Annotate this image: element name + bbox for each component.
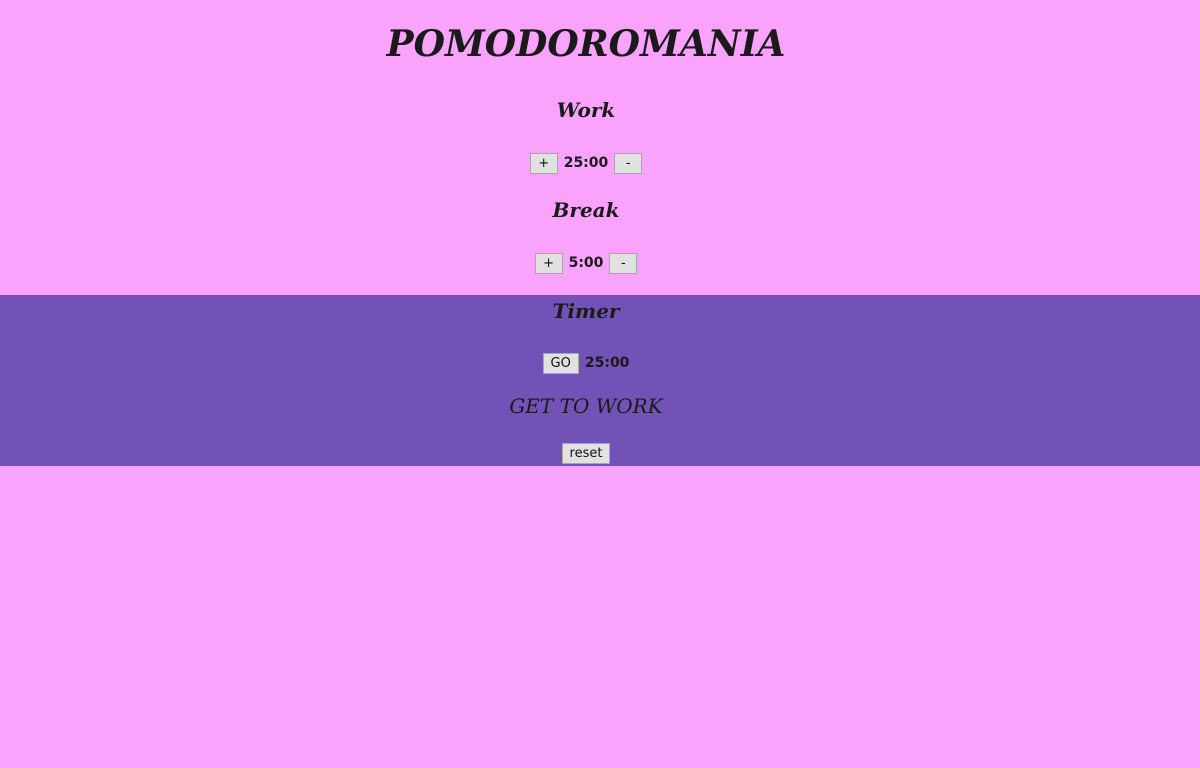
work-increment-button[interactable]: + [529,152,558,174]
break-decrement-button[interactable]: - [609,252,638,274]
break-duration-value: 5:00 [568,255,604,271]
work-controls: + 25:00 - [0,152,1172,174]
timer-heading: Timer [552,299,620,323]
reset-button[interactable]: reset [561,442,611,464]
work-heading: Work [556,98,616,122]
timer-status-text: GET TO WORK [509,394,663,418]
break-controls: + 5:00 - [0,252,1172,274]
break-increment-button[interactable]: + [534,252,563,274]
timer-countdown-value: 25:00 [584,355,630,371]
work-decrement-button[interactable]: - [614,152,643,174]
timer-controls: GO 25:00 [0,352,1172,374]
break-heading: Break [552,198,620,222]
go-button[interactable]: GO [542,352,579,374]
app-title: POMODOROMANIA [386,23,786,65]
work-duration-value: 25:00 [563,155,609,171]
reset-row: reset [0,442,1172,464]
pomodoro-page: POMODOROMANIA Work + 25:00 - Break + 5:0… [0,0,1200,768]
